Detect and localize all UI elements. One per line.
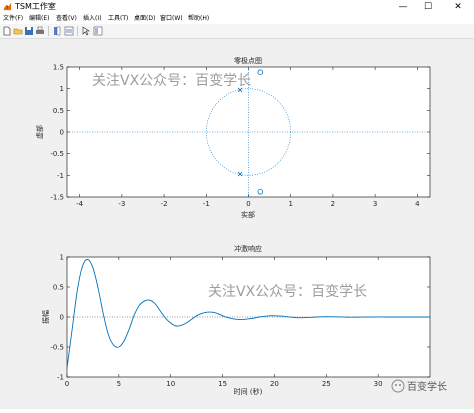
insert-legend-icon[interactable] bbox=[64, 26, 74, 36]
menu-bar: 文件(F) 编辑(E) 查看(V) 插入(I) 工具(T) 桌面(D) 窗口(W… bbox=[0, 14, 474, 24]
wechat-icon bbox=[391, 379, 405, 393]
pz-xtick-label: -4 bbox=[76, 200, 84, 208]
toolbar bbox=[0, 24, 474, 39]
ir-xlabel: 时间 (秒) bbox=[234, 387, 263, 396]
pz-xtick-label: 2 bbox=[331, 200, 335, 208]
insert-colorbar-icon[interactable] bbox=[52, 26, 62, 36]
pz-ytick-label: 0 bbox=[60, 129, 64, 137]
toolbar-separator bbox=[48, 26, 49, 36]
new-file-icon[interactable] bbox=[2, 26, 12, 36]
ir-xtick-label: 10 bbox=[166, 380, 175, 388]
ir-ytick-label: -0.5 bbox=[50, 344, 64, 352]
ir-xtick-label: 15 bbox=[218, 380, 227, 388]
ir-ylabel: 振幅 bbox=[41, 310, 50, 324]
corner-badge-text: 百变学长 bbox=[407, 380, 447, 393]
menu-window[interactable]: 窗口(W) bbox=[160, 14, 183, 24]
ir-title: 冲激响应 bbox=[234, 244, 262, 253]
ir-xtick-label: 20 bbox=[270, 380, 279, 388]
ir-xtick-label: 0 bbox=[65, 380, 69, 388]
watermark-top: 关注VX公众号：百变学长 bbox=[92, 73, 251, 89]
pz-ytick-label: -1.5 bbox=[50, 194, 64, 202]
toolbar-separator bbox=[77, 26, 78, 36]
pz-ylabel: 虚部 bbox=[35, 125, 44, 139]
menu-tools[interactable]: 工具(T) bbox=[108, 14, 128, 24]
pole-zero-axes: 零极点图 实部 虚部 -4 -3 -2 -1 0 1 2 3 4 -1.5 -1 -0.5 0 0.5 1 1… bbox=[35, 56, 431, 219]
pointer-icon[interactable] bbox=[81, 26, 91, 36]
maximize-button[interactable]: ☐ bbox=[418, 0, 438, 14]
ir-ytick-label: 0.5 bbox=[53, 284, 64, 292]
ir-xtick-label: 5 bbox=[117, 380, 121, 388]
pz-xtick-label: 3 bbox=[373, 200, 377, 208]
menu-view[interactable]: 查看(V) bbox=[56, 14, 77, 24]
pz-xtick-label: -3 bbox=[118, 200, 125, 208]
window-title: TSM工作室 bbox=[15, 2, 56, 11]
ir-ytick-label: 0 bbox=[60, 314, 64, 322]
pz-ytick-label: -1 bbox=[57, 172, 64, 180]
title-bar: TSM工作室 — ☐ ✕ bbox=[0, 0, 474, 15]
pz-xlabel: 实部 bbox=[241, 210, 255, 219]
pz-title: 零极点图 bbox=[234, 56, 262, 65]
pz-ytick-label: 1.5 bbox=[53, 64, 64, 72]
save-icon[interactable] bbox=[24, 26, 34, 36]
pz-ytick-label: -0.5 bbox=[50, 150, 64, 158]
print-icon[interactable] bbox=[35, 26, 45, 36]
pz-xtick-label: 4 bbox=[415, 200, 420, 208]
pz-ytick-label: 0.5 bbox=[53, 107, 64, 115]
close-button[interactable]: ✕ bbox=[448, 0, 468, 14]
pz-xtick-label: 1 bbox=[288, 200, 292, 208]
menu-desktop[interactable]: 桌面(D) bbox=[134, 14, 155, 24]
open-folder-icon[interactable] bbox=[13, 26, 23, 36]
watermark-bottom: 关注VX公众号：百变学长 bbox=[208, 284, 367, 300]
pz-xtick-label: -1 bbox=[203, 200, 210, 208]
plot-area: 零极点图 实部 虚部 -4 -3 -2 -1 0 1 2 3 4-1.5-1-0.500.511… bbox=[35, 56, 447, 396]
impulse-axes: 冲激响应 时间 (秒) 振幅 0 5 10 15 20 25 30 -1 -0.5 0 0.5 1 关… bbox=[41, 244, 431, 396]
ir-ytick-label: -1 bbox=[57, 374, 64, 382]
menu-help[interactable]: 帮助(H) bbox=[188, 14, 209, 24]
ir-xtick-label: 25 bbox=[322, 380, 331, 388]
ir-ytick-label: 1 bbox=[60, 254, 64, 262]
menu-insert[interactable]: 插入(I) bbox=[83, 14, 101, 24]
minimize-button[interactable]: — bbox=[393, 0, 413, 14]
figure-window: TSM工作室 — ☐ ✕ 文件(F) 编辑(E) 查看(V) 插入(I) 工具(… bbox=[0, 0, 474, 409]
plot-tools-icon[interactable] bbox=[93, 26, 103, 36]
pz-ytick-label: 1 bbox=[60, 85, 64, 93]
corner-badge: 百变学长 bbox=[391, 379, 447, 393]
menu-file[interactable]: 文件(F) bbox=[3, 14, 23, 24]
pz-xtick-label: 0 bbox=[246, 200, 250, 208]
pz-xtick-label: -2 bbox=[161, 200, 168, 208]
figure-canvas: 零极点图 实部 虚部 -4 -3 -2 -1 0 1 2 3 4 -1.5 -1 -0.5 0 0.5 1 1… bbox=[0, 39, 474, 409]
ir-xtick-label: 30 bbox=[374, 380, 383, 388]
matlab-app-icon bbox=[3, 2, 12, 11]
menu-edit[interactable]: 编辑(E) bbox=[29, 14, 49, 24]
